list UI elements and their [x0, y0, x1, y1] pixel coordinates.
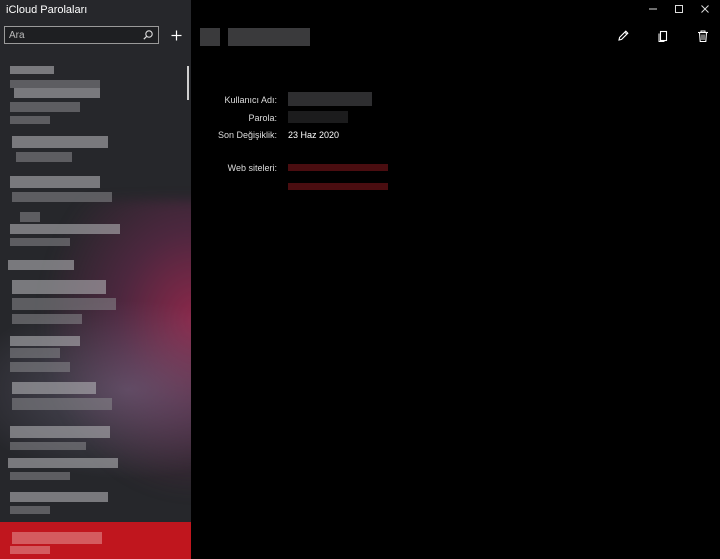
close-button[interactable] — [696, 2, 714, 16]
delete-button[interactable] — [696, 29, 710, 43]
close-icon — [701, 5, 709, 13]
trash-icon — [698, 30, 708, 43]
list-item[interactable] — [0, 172, 188, 208]
list-item[interactable] — [0, 334, 188, 378]
maximize-icon — [675, 5, 683, 13]
list-item[interactable] — [0, 490, 188, 520]
list-item[interactable] — [0, 134, 188, 168]
password-label: Parola: — [248, 113, 277, 123]
window-controls — [644, 2, 714, 16]
list-item[interactable] — [0, 278, 188, 328]
modified-label: Son Değişiklik: — [217, 130, 277, 140]
copy-button[interactable] — [656, 29, 670, 43]
list-item[interactable] — [0, 424, 188, 454]
detail-toolbar — [616, 29, 710, 43]
list-item[interactable] — [0, 380, 188, 420]
minimize-button[interactable] — [644, 2, 662, 16]
add-password-button[interactable] — [168, 26, 184, 44]
website-link[interactable] — [288, 164, 388, 171]
minimize-icon — [649, 8, 657, 10]
search-icon[interactable] — [142, 29, 154, 41]
sidebar: iCloud Parolaları — [0, 0, 191, 559]
search-box[interactable] — [4, 26, 159, 44]
maximize-button[interactable] — [670, 2, 688, 16]
app-title: iCloud Parolaları — [6, 4, 88, 16]
username-label: Kullanıcı Adı: — [224, 95, 277, 105]
search-input[interactable] — [9, 27, 139, 43]
pencil-icon — [618, 30, 629, 41]
list-item[interactable] — [0, 456, 188, 486]
copy-icon — [658, 30, 668, 42]
websites-label: Web siteleri: — [227, 163, 277, 173]
list-item-selected[interactable] — [0, 522, 191, 559]
modified-value: 23 Haz 2020 — [288, 130, 340, 140]
list-item[interactable] — [0, 258, 188, 278]
list-item[interactable] — [0, 84, 188, 130]
edit-button[interactable] — [616, 29, 630, 43]
website-link[interactable] — [288, 183, 388, 190]
plus-icon — [171, 30, 181, 40]
list-item[interactable] — [0, 210, 188, 250]
